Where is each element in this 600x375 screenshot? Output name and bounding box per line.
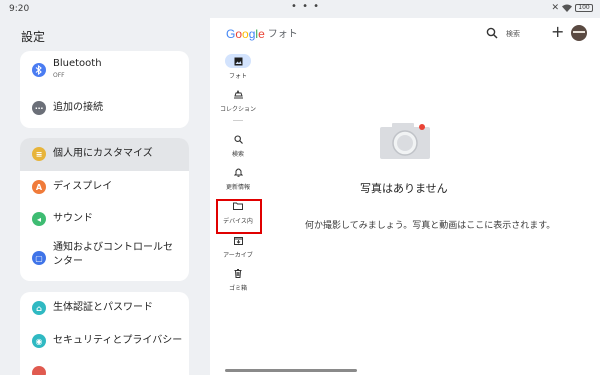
trash-icon <box>225 266 251 280</box>
partial-icon <box>32 366 46 375</box>
settings-item-customize[interactable]: ≡ 個人用にカスタマイズ <box>20 138 189 171</box>
settings-item-label: サウンド <box>53 213 93 224</box>
settings-item-biometrics[interactable]: ⌂ 生体認証とパスワード <box>20 292 189 325</box>
nav-label: 検索 <box>231 151 244 158</box>
camera-illustration <box>380 123 430 159</box>
multitask-handle[interactable]: • • • <box>291 1 320 12</box>
settings-item-label: 通知およびコントロールセンター <box>53 242 173 267</box>
google-photos-logo: Google フォト <box>226 27 298 42</box>
status-time: 9:20 <box>9 4 30 14</box>
nav-item-trash[interactable]: ゴミ箱 <box>218 266 258 292</box>
nav-item-photos[interactable]: フォト <box>218 54 258 80</box>
shield-icon: ◉ <box>32 334 46 348</box>
settings-title: 設定 <box>21 30 46 44</box>
settings-item-additional-connections[interactable]: ⋯ 追加の接続 <box>20 89 189 128</box>
wifi-icon <box>562 4 572 12</box>
empty-state-title: 写真はありません <box>360 182 448 195</box>
lock-icon: ⌂ <box>32 301 46 315</box>
settings-item-sound[interactable]: ◂ サウンド <box>20 203 189 235</box>
sound-icon: ◂ <box>32 212 46 226</box>
more-icon: ⋯ <box>32 101 46 115</box>
palette-icon: ≡ <box>32 147 46 161</box>
collection-icon <box>225 87 251 101</box>
mute-icon: ✕ <box>551 3 559 13</box>
search-icon <box>225 132 251 146</box>
status-bar: 9:20 • • • ✕ 100 <box>0 0 600 18</box>
bluetooth-icon <box>32 63 46 77</box>
settings-group-connectivity: Bluetooth OFF ⋯ 追加の接続 <box>20 51 189 128</box>
settings-item-sub: OFF <box>53 72 65 79</box>
settings-item-display[interactable]: A ディスプレイ <box>20 171 189 203</box>
notification-icon: ▢ <box>32 251 46 265</box>
add-button[interactable]: + <box>551 23 564 41</box>
settings-group-security: ⌂ 生体認証とパスワード ◉ セキュリティとプライバシー <box>20 292 189 375</box>
logo-photos-text: フォト <box>267 29 298 40</box>
nav-label: アーカイブ <box>223 252 253 259</box>
google-photos-app: Google フォト 検索 + フォト コレクション 検索 更新情報 デバイス内… <box>210 18 600 375</box>
settings-item-notifications[interactable]: ▢ 通知およびコントロールセンター <box>20 235 189 281</box>
settings-panel: 設定 Bluetooth OFF ⋯ 追加の接続 ≡ 個人用にカスタマイズ A … <box>0 18 210 375</box>
settings-item-label: 生体認証とパスワード <box>53 302 153 313</box>
logo-google-text: Google <box>226 27 265 41</box>
avatar[interactable] <box>571 25 587 41</box>
nav-divider-line <box>233 120 243 121</box>
nav-item-archive[interactable]: アーカイブ <box>218 233 258 259</box>
highlight-box <box>216 199 262 234</box>
archive-icon <box>225 233 251 247</box>
settings-item-label: Bluetooth <box>53 58 102 69</box>
settings-item-label: ディスプレイ <box>53 181 113 192</box>
nav-label: ゴミ箱 <box>228 285 247 292</box>
search-label[interactable]: 検索 <box>506 29 520 39</box>
empty-state-subtitle: 何か撮影してみましょう。写真と動画はここに表示されます。 <box>305 221 556 231</box>
nav-label: コレクション <box>219 106 256 113</box>
nav-item-search[interactable]: 検索 <box>218 132 258 158</box>
bell-icon <box>225 165 251 179</box>
nav-label: 更新情報 <box>225 184 250 191</box>
status-icons: ✕ 100 <box>551 3 593 13</box>
settings-item-partial[interactable] <box>20 358 189 375</box>
app-header: Google フォト 検索 + <box>210 18 600 48</box>
settings-item-bluetooth[interactable]: Bluetooth OFF <box>20 51 189 89</box>
settings-item-label: セキュリティとプライバシー <box>53 335 183 346</box>
settings-group-personalization: ≡ 個人用にカスタマイズ A ディスプレイ ◂ サウンド ▢ 通知およびコントロ… <box>20 138 189 281</box>
settings-item-security-privacy[interactable]: ◉ セキュリティとプライバシー <box>20 325 189 358</box>
display-icon: A <box>32 180 46 194</box>
photo-icon <box>225 54 251 68</box>
settings-item-label: 個人用にカスタマイズ <box>53 148 153 159</box>
nav-item-updates[interactable]: 更新情報 <box>218 165 258 191</box>
battery-icon: 100 <box>575 4 593 12</box>
search-icon[interactable] <box>486 27 498 39</box>
nav-divider <box>218 120 258 121</box>
nav-item-collections[interactable]: コレクション <box>218 87 258 113</box>
settings-item-label: 追加の接続 <box>53 102 103 113</box>
nav-label: フォト <box>228 73 247 80</box>
gesture-bar[interactable] <box>225 369 357 372</box>
